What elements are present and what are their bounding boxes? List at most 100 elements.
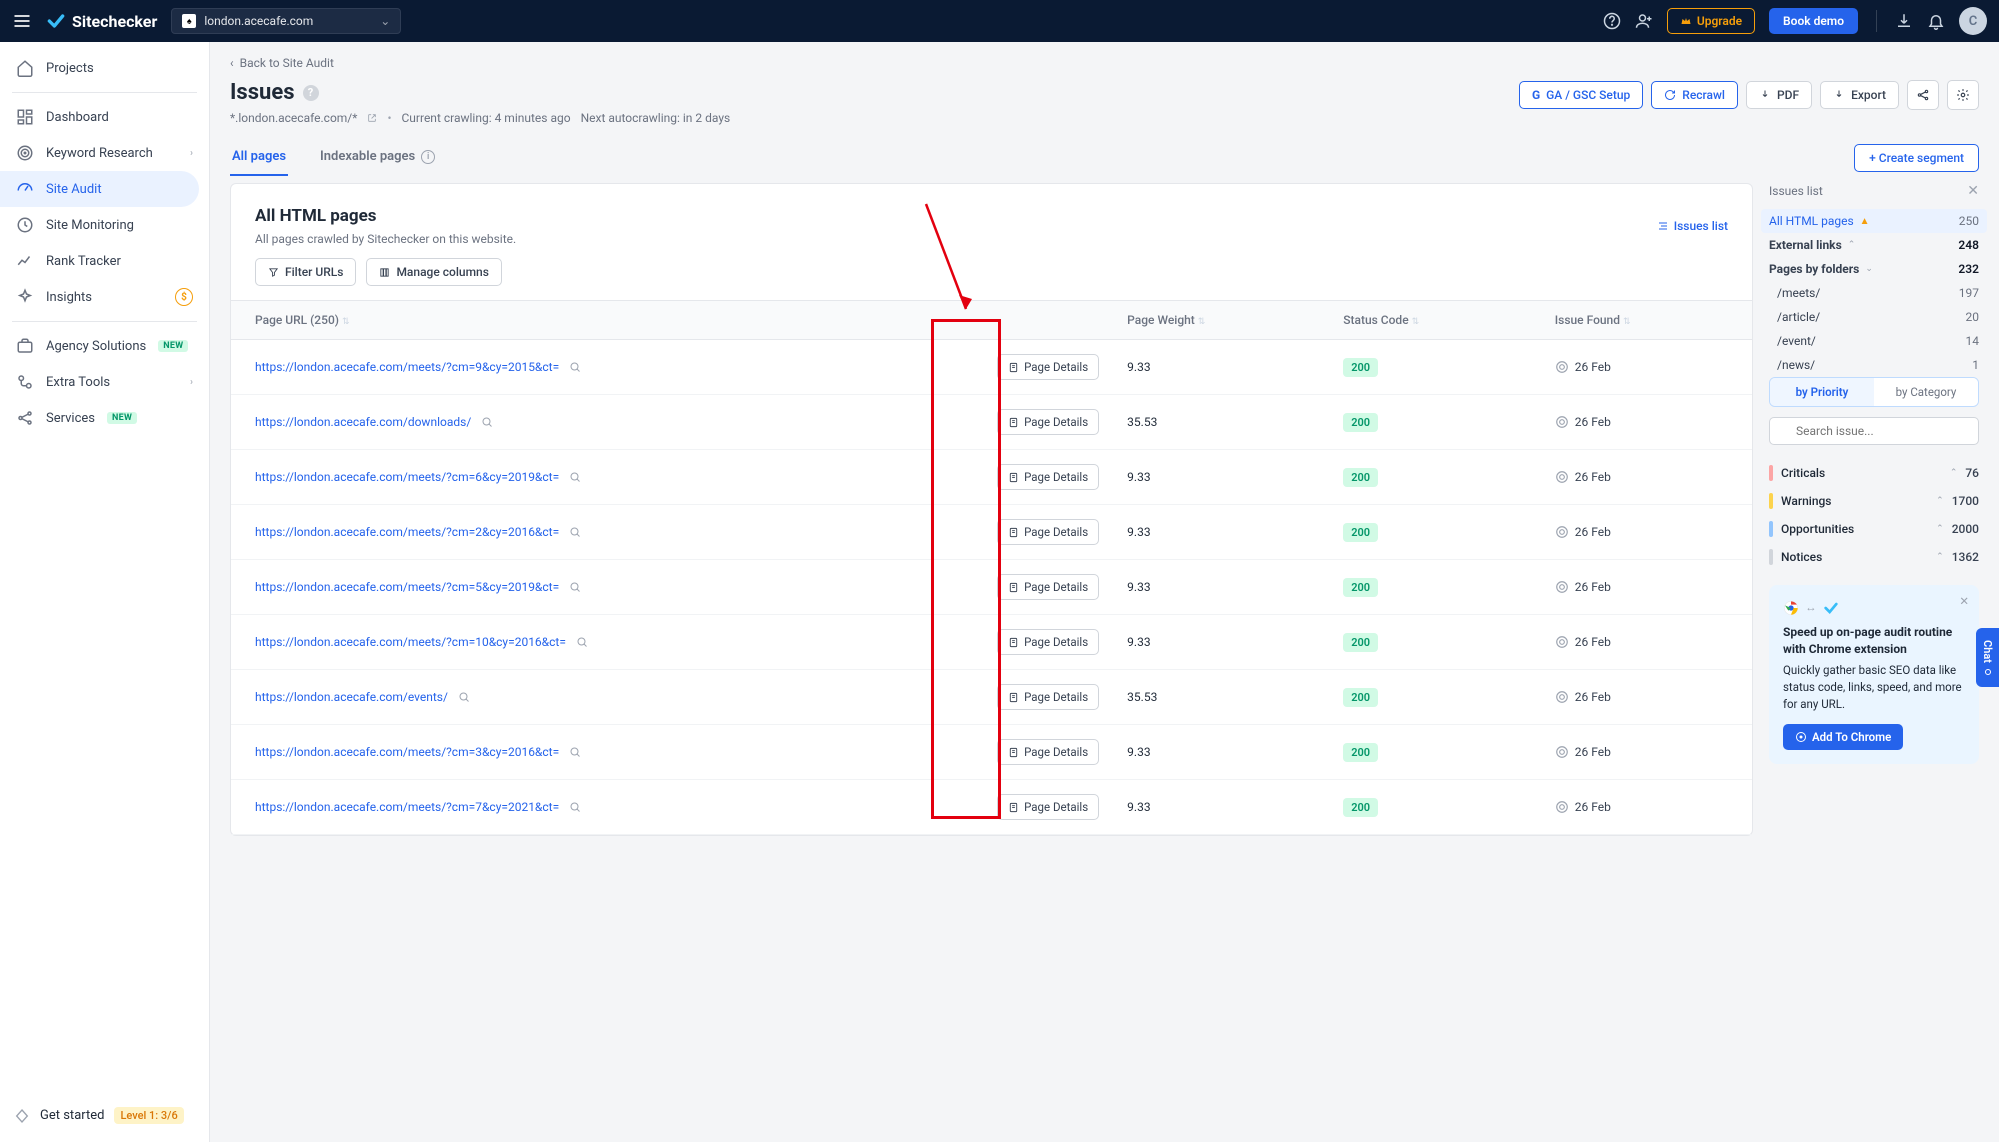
add-to-chrome-button[interactable]: Add To Chrome	[1783, 724, 1903, 750]
sidebar-extra-tools[interactable]: Extra Tools ›	[0, 364, 209, 400]
page-details-button[interactable]: Page Details	[997, 464, 1099, 490]
sidebar-site-audit[interactable]: Site Audit	[0, 171, 199, 207]
page-details-button[interactable]: Page Details	[997, 409, 1099, 435]
tools-icon	[16, 373, 34, 391]
tab-all-pages[interactable]: All pages	[230, 139, 288, 176]
severity-row[interactable]: Criticals ⌃ 76	[1769, 459, 1979, 487]
ga-gsc-button[interactable]: GGA / GSC Setup	[1519, 81, 1643, 109]
share-icon	[1916, 88, 1930, 102]
sidebar-agency-solutions[interactable]: Agency Solutions NEW	[0, 328, 209, 364]
col-weight[interactable]: Page Weight⇅	[1113, 301, 1329, 340]
manage-columns-button[interactable]: Manage columns	[366, 258, 501, 286]
issue-pages-folders[interactable]: Pages by folders ⌄ 232	[1769, 257, 1979, 281]
status-code-pill: 200	[1343, 798, 1378, 817]
page-details-button[interactable]: Page Details	[997, 739, 1099, 765]
close-icon[interactable]: ✕	[1967, 183, 1979, 199]
sidebar-services[interactable]: Services NEW	[0, 400, 209, 436]
target-icon	[1555, 800, 1569, 814]
scope-text[interactable]: *.london.acecafe.com/*	[230, 111, 357, 125]
sidebar-insights[interactable]: Insights $	[0, 279, 209, 315]
upgrade-button[interactable]: Upgrade	[1667, 8, 1755, 34]
tab-indexable-pages[interactable]: Indexable pages i	[318, 139, 437, 176]
severity-row[interactable]: Opportunities ⌃ 2000	[1769, 515, 1979, 543]
add-user-icon[interactable]	[1635, 12, 1653, 30]
page-url-link[interactable]: https://london.acecafe.com/meets/?cm=6&c…	[255, 470, 559, 484]
page-url-link[interactable]: https://london.acecafe.com/meets/?cm=9&c…	[255, 360, 559, 374]
page-details-button[interactable]: Page Details	[997, 519, 1099, 545]
get-started[interactable]: Get started Level 1: 3/6	[0, 1097, 209, 1134]
domain-selector[interactable]: ♠ london.acecafe.com ⌄	[171, 8, 401, 34]
pdf-button[interactable]: PDF	[1746, 81, 1812, 109]
issue-all-html[interactable]: All HTML pages ▲ 250	[1761, 209, 1987, 233]
logo[interactable]: Sitechecker	[46, 11, 157, 31]
search-issue-input[interactable]	[1769, 417, 1979, 445]
page-details-button[interactable]: Page Details	[997, 629, 1099, 655]
close-icon[interactable]: ✕	[1959, 593, 1969, 610]
page-details-button[interactable]: Page Details	[997, 574, 1099, 600]
create-segment-button[interactable]: + Create segment	[1854, 144, 1979, 172]
help-icon[interactable]	[1603, 12, 1621, 30]
weight-cell: 9.33	[1113, 450, 1329, 505]
severity-row[interactable]: Notices ⌃ 1362	[1769, 543, 1979, 571]
bell-icon[interactable]	[1927, 12, 1945, 30]
chat-tab[interactable]: Chat	[1976, 628, 1999, 687]
sidebar-rank-tracker[interactable]: Rank Tracker	[0, 243, 209, 279]
sidebar-keyword-research[interactable]: Keyword Research ›	[0, 135, 209, 171]
search-icon[interactable]	[569, 361, 581, 373]
page-details-button[interactable]: Page Details	[997, 354, 1099, 380]
target-icon	[1555, 415, 1569, 429]
search-icon[interactable]	[576, 636, 588, 648]
search-icon[interactable]	[569, 581, 581, 593]
page-details-button[interactable]: Page Details	[997, 794, 1099, 820]
ga-label: GA / GSC Setup	[1546, 88, 1630, 102]
search-icon[interactable]	[569, 746, 581, 758]
download-icon[interactable]	[1895, 12, 1913, 30]
search-icon[interactable]	[569, 526, 581, 538]
page-url-link[interactable]: https://london.acecafe.com/meets/?cm=3&c…	[255, 745, 559, 759]
chevron-right-icon: ›	[190, 377, 193, 388]
page-url-link[interactable]: https://london.acecafe.com/events/	[255, 690, 448, 704]
issue-external-links[interactable]: External links ⌃ 248	[1769, 233, 1979, 257]
by-priority-button[interactable]: by Priority	[1770, 378, 1874, 406]
search-icon[interactable]	[458, 691, 470, 703]
sidebar-site-monitoring[interactable]: Site Monitoring	[0, 207, 209, 243]
folder-item[interactable]: /event/14	[1777, 329, 1979, 353]
sidebar-dashboard[interactable]: Dashboard	[0, 99, 209, 135]
page-url-link[interactable]: https://london.acecafe.com/meets/?cm=7&c…	[255, 800, 559, 814]
search-icon[interactable]	[569, 801, 581, 813]
col-url[interactable]: Page URL (250)⇅	[231, 301, 1113, 340]
search-icon[interactable]	[569, 471, 581, 483]
sidebar-label: Agency Solutions	[46, 339, 146, 354]
clock-icon	[16, 216, 34, 234]
list-icon	[1657, 220, 1669, 232]
col-issue[interactable]: Issue Found⇅	[1541, 301, 1752, 340]
settings-button[interactable]	[1947, 80, 1979, 110]
col-status[interactable]: Status Code⇅	[1329, 301, 1541, 340]
filter-urls-button[interactable]: Filter URLs	[255, 258, 356, 286]
folder-item[interactable]: /news/1	[1777, 353, 1979, 377]
page-url-link[interactable]: https://london.acecafe.com/downloads/	[255, 415, 471, 429]
by-category-button[interactable]: by Category	[1874, 378, 1978, 406]
book-demo-button[interactable]: Book demo	[1769, 8, 1858, 34]
recrawl-button[interactable]: Recrawl	[1651, 81, 1738, 109]
page-url-link[interactable]: https://london.acecafe.com/meets/?cm=5&c…	[255, 580, 559, 594]
page-url-link[interactable]: https://london.acecafe.com/meets/?cm=10&…	[255, 635, 566, 649]
severity-row[interactable]: Warnings ⌃ 1700	[1769, 487, 1979, 515]
sidebar-label: Projects	[46, 61, 94, 76]
page-url-link[interactable]: https://london.acecafe.com/meets/?cm=2&c…	[255, 525, 559, 539]
promo-btn-label: Add To Chrome	[1812, 730, 1891, 744]
share-button[interactable]	[1907, 80, 1939, 110]
help-icon[interactable]: ?	[303, 85, 319, 101]
hamburger-icon[interactable]	[12, 11, 32, 31]
sidebar-projects[interactable]: Projects	[0, 50, 209, 86]
table-row: https://london.acecafe.com/meets/?cm=7&c…	[231, 780, 1752, 835]
page-details-button[interactable]: Page Details	[997, 684, 1099, 710]
folder-item[interactable]: /article/20	[1777, 305, 1979, 329]
severity-bar-icon	[1769, 493, 1773, 509]
folder-item[interactable]: /meets/197	[1777, 281, 1979, 305]
search-icon[interactable]	[481, 416, 493, 428]
export-button[interactable]: Export	[1820, 81, 1899, 109]
issues-list-toggle[interactable]: Issues list	[1657, 206, 1728, 246]
back-link[interactable]: ‹ Back to Site Audit	[230, 56, 1979, 70]
avatar[interactable]: C	[1959, 7, 1987, 35]
